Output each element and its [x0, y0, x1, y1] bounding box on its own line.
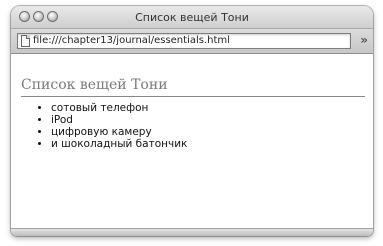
toolbar-overflow-button[interactable]: »	[360, 33, 368, 47]
window-bottom-edge	[11, 228, 373, 236]
document-icon	[21, 35, 30, 47]
list-item: iPod	[51, 114, 187, 126]
title-bar[interactable]: Список вещей Тони	[11, 6, 373, 29]
address-url[interactable]: file:///chapter13/journal/essentials.htm…	[33, 35, 230, 46]
browser-window: Список вещей Тони file:///chapter13/jour…	[11, 6, 373, 236]
page-heading: Список вещей Тони	[21, 77, 168, 93]
address-bar[interactable]: file:///chapter13/journal/essentials.htm…	[17, 33, 351, 49]
window-title: Список вещей Тони	[135, 11, 249, 24]
list-item: и шоколадный батончик	[51, 138, 187, 150]
list-item: цифровую камеру	[51, 126, 187, 138]
browser-toolbar: file:///chapter13/journal/essentials.htm…	[11, 29, 373, 54]
essentials-list: сотовый телефон iPod цифровую камеру и ш…	[37, 102, 187, 150]
heading-divider	[21, 96, 365, 97]
list-item: сотовый телефон	[51, 102, 187, 114]
page-content: Список вещей Тони сотовый телефон iPod ц…	[11, 54, 373, 236]
